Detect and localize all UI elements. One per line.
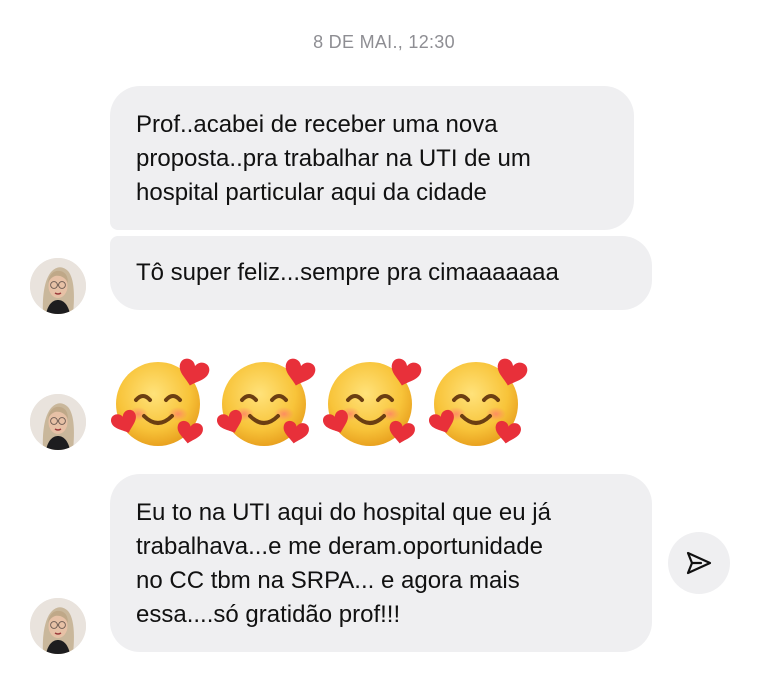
smiling-face-with-hearts-icon: [428, 350, 528, 450]
message-line: no CC tbm na SRPA... e agora mais: [136, 567, 520, 594]
message-line: Prof..acabei de receber uma nova: [136, 111, 498, 138]
avatar-photo-icon: [30, 394, 86, 450]
message-line: hospital particular aqui da cidade: [136, 179, 487, 206]
paper-plane-icon: [686, 551, 712, 575]
sender-avatar[interactable]: [30, 258, 86, 314]
message-line: Eu to na UTI aqui do hospital que eu já: [136, 499, 551, 526]
chat-thread: 8 DE MAI., 12:30 Prof..acabei de receber…: [0, 0, 768, 684]
message-bubble[interactable]: Prof..acabei de receber uma nova propost…: [110, 86, 634, 230]
emoji-message[interactable]: [110, 350, 534, 450]
sender-avatar[interactable]: [30, 394, 86, 450]
smiling-face-with-hearts-icon: [216, 350, 316, 450]
avatar-photo-icon: [30, 598, 86, 654]
smiling-face-with-hearts-icon: [322, 350, 422, 450]
message-timestamp: 8 DE MAI., 12:30: [313, 32, 455, 52]
message-bubble[interactable]: Eu to na UTI aqui do hospital que eu já …: [110, 474, 652, 652]
share-button[interactable]: [668, 532, 730, 594]
message-line: Tô super feliz...sempre pra cimaaaaaaa: [136, 259, 559, 286]
message-line: trabalhava...e me deram.oportunidade: [136, 533, 543, 560]
message-line: proposta..pra trabalhar na UTI de um: [136, 145, 531, 172]
sender-avatar[interactable]: [30, 598, 86, 654]
message-bubble[interactable]: Tô super feliz...sempre pra cimaaaaaaa: [110, 236, 652, 310]
avatar-photo-icon: [30, 258, 86, 314]
message-line: essa....só gratidão prof!!!: [136, 601, 401, 628]
smiling-face-with-hearts-icon: [110, 350, 210, 450]
